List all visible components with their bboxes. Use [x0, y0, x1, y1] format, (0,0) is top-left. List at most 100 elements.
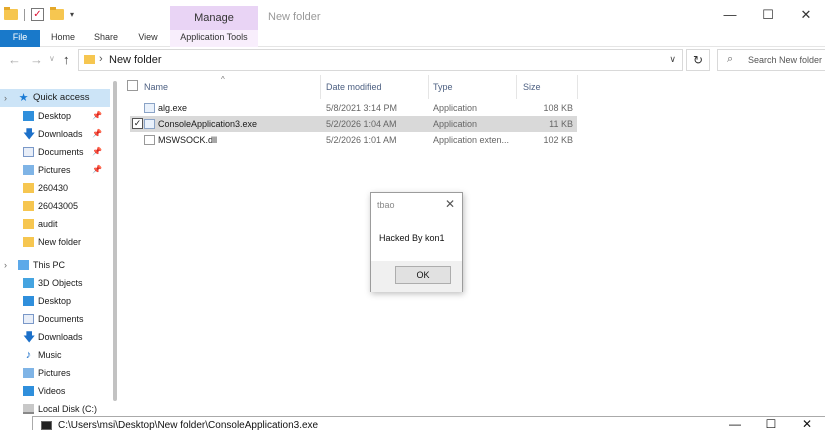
sidebar-item-26043005[interactable]: 26043005 — [0, 197, 110, 215]
computer-icon — [18, 260, 29, 270]
column-divider[interactable] — [516, 75, 517, 99]
close-button[interactable]: ✕ — [789, 417, 825, 430]
file-row[interactable]: alg.exe 5/8/2021 3:14 PM Application 108… — [130, 100, 577, 116]
dll-icon — [144, 135, 155, 145]
column-type[interactable]: Type — [433, 82, 453, 92]
navigation-bar: ← → ∨ ↑ › New folder ∨ ↻ ⌕ Search New fo… — [0, 48, 825, 74]
qat-dropdown-icon[interactable]: ▾ — [70, 10, 74, 19]
sidebar-item-documents[interactable]: Documents 📌 — [0, 143, 110, 161]
quick-access-toolbar: ✓ ▾ — [4, 7, 74, 21]
file-date: 5/8/2021 3:14 PM — [326, 103, 398, 113]
pin-icon[interactable]: 📌 — [92, 107, 102, 125]
column-date-modified[interactable]: Date modified — [326, 82, 382, 92]
folder-icon — [23, 219, 34, 229]
select-all-checkbox[interactable] — [127, 80, 138, 91]
sidebar-item-pictures[interactable]: Pictures 📌 — [0, 161, 110, 179]
file-type: Application — [433, 119, 478, 129]
exe-icon — [144, 119, 155, 129]
file-date: 5/2/2026 1:01 AM — [326, 135, 397, 145]
sidebar-item-pc-pictures[interactable]: Pictures — [0, 364, 110, 382]
file-name[interactable]: ConsoleApplication3.exe — [158, 116, 257, 132]
sidebar-item-label: Desktop — [38, 111, 72, 121]
manage-tab[interactable]: Manage — [170, 6, 258, 30]
ok-button[interactable]: OK — [395, 266, 451, 284]
column-divider[interactable] — [428, 75, 429, 99]
sidebar-item-label: Pictures — [38, 165, 71, 175]
column-header: ^ Name Date modified Type Size — [120, 75, 825, 99]
sidebar-item-pc-desktop[interactable]: Desktop — [0, 292, 110, 310]
desktop-icon — [23, 111, 34, 121]
file-size: 108 KB — [543, 103, 573, 113]
new-folder-icon[interactable] — [50, 7, 64, 20]
column-size[interactable]: Size — [523, 82, 541, 92]
search-input[interactable]: ⌕ Search New folder — [717, 49, 825, 71]
sidebar-item-3d-objects[interactable]: 3D Objects — [0, 274, 110, 292]
3d-objects-icon — [23, 278, 34, 288]
tab-home[interactable]: Home — [47, 30, 79, 47]
column-divider[interactable] — [577, 75, 578, 99]
sidebar-item-music[interactable]: ♪ Music — [0, 346, 110, 364]
row-checkbox[interactable]: ✓ — [132, 118, 143, 129]
back-arrow-icon[interactable]: ← — [8, 52, 21, 67]
sidebar-item-videos[interactable]: Videos — [0, 382, 110, 400]
search-placeholder: Search New folder — [748, 55, 823, 65]
sidebar-scrollbar[interactable] — [112, 75, 118, 415]
tab-file[interactable]: File — [0, 30, 40, 47]
file-date: 5/2/2026 1:04 AM — [326, 119, 397, 129]
properties-icon[interactable]: ✓ — [31, 8, 44, 21]
up-arrow-icon[interactable]: ↑ — [63, 52, 70, 67]
chevron-right-icon[interactable]: › — [99, 53, 103, 65]
minimize-button[interactable]: — — [717, 417, 753, 430]
sidebar-item-desktop[interactable]: Desktop 📌 — [0, 107, 110, 125]
downloads-icon: 🡇 — [23, 330, 36, 344]
maximize-button[interactable]: ☐ — [753, 417, 789, 430]
address-bar[interactable]: › New folder ∨ — [78, 49, 683, 71]
close-icon[interactable]: ✕ — [445, 197, 455, 211]
tab-view[interactable]: View — [133, 30, 163, 47]
sort-ascending-icon: ^ — [221, 75, 225, 84]
recent-locations-icon[interactable]: ∨ — [49, 54, 55, 63]
pin-icon[interactable]: 📌 — [92, 143, 102, 161]
folder-icon — [23, 201, 34, 211]
breadcrumb[interactable]: New folder — [109, 54, 162, 66]
title-bar: ✓ ▾ Manage New folder — ☐ ✕ — [0, 0, 825, 30]
videos-icon — [23, 386, 34, 396]
sidebar-item-label: New folder — [38, 237, 82, 247]
file-name[interactable]: alg.exe — [158, 100, 187, 116]
sidebar-item-label: Quick access — [33, 92, 90, 103]
column-name[interactable]: Name — [144, 82, 168, 92]
sidebar-item-label: Downloads — [38, 332, 83, 342]
refresh-button[interactable]: ↻ — [686, 49, 710, 71]
file-row[interactable]: ✓ ConsoleApplication3.exe 5/2/2026 1:04 … — [130, 116, 577, 132]
forward-arrow-icon[interactable]: → — [30, 52, 43, 67]
sidebar-item-this-pc[interactable]: › This PC — [0, 256, 110, 274]
chevron-right-icon[interactable]: › — [4, 256, 7, 274]
qat-separator — [24, 8, 25, 21]
close-button[interactable]: ✕ — [787, 0, 825, 30]
sidebar-item-pc-documents[interactable]: Documents — [0, 310, 110, 328]
chevron-down-icon[interactable]: ∨ — [669, 54, 676, 65]
pictures-icon — [23, 165, 34, 175]
file-name[interactable]: MSWSOCK.dll — [158, 132, 217, 148]
scrollbar-thumb[interactable] — [113, 81, 117, 401]
maximize-button[interactable]: ☐ — [749, 0, 787, 30]
sidebar-item-new-folder[interactable]: New folder — [0, 233, 110, 251]
chevron-down-icon[interactable]: › — [4, 89, 7, 107]
console-icon — [41, 421, 52, 430]
folder-icon — [23, 183, 34, 193]
minimize-button[interactable]: — — [711, 0, 749, 30]
column-divider[interactable] — [320, 75, 321, 99]
sidebar-item-audit[interactable]: audit — [0, 215, 110, 233]
sidebar-item-downloads[interactable]: 🡇 Downloads 📌 — [0, 125, 110, 143]
pin-icon[interactable]: 📌 — [92, 125, 102, 143]
sidebar-item-quick-access[interactable]: › ★ Quick access — [0, 89, 110, 107]
file-row[interactable]: MSWSOCK.dll 5/2/2026 1:01 AM Application… — [130, 132, 577, 148]
sidebar-item-260430[interactable]: 260430 — [0, 179, 110, 197]
disk-icon — [23, 404, 34, 414]
pictures-icon — [23, 368, 34, 378]
folder-icon — [4, 7, 18, 20]
sidebar-item-pc-downloads[interactable]: 🡇 Downloads — [0, 328, 110, 346]
tab-share[interactable]: Share — [89, 30, 123, 47]
pin-icon[interactable]: 📌 — [92, 161, 102, 179]
tab-application-tools[interactable]: Application Tools — [170, 30, 258, 47]
